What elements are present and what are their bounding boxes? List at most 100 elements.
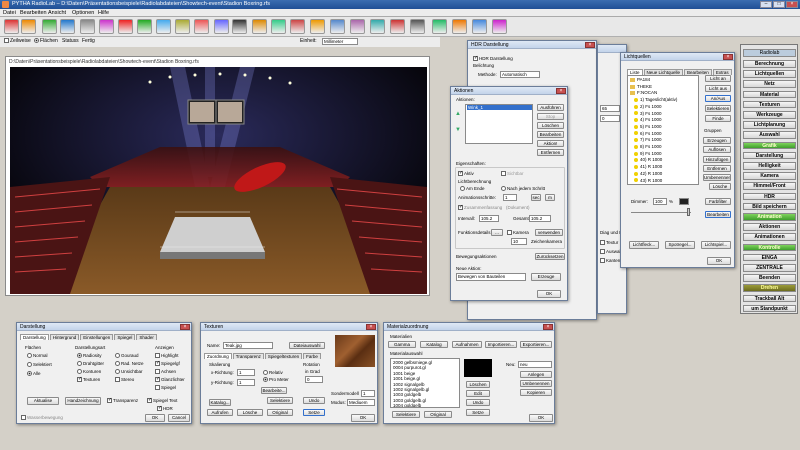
selektieren-button[interactable]: Selektieren xyxy=(705,105,731,112)
achsen-checkbox[interactable]: Achsen xyxy=(155,369,176,375)
new-icon[interactable] xyxy=(4,19,19,34)
tree-light-item[interactable]: 42) R 1000 xyxy=(634,171,662,176)
ausfuehren-button[interactable]: Ausführen xyxy=(537,104,564,111)
undo-mat-button[interactable]: Undo xyxy=(466,399,490,406)
sidebar-item-kontrolle[interactable]: Kontrolle xyxy=(743,243,796,252)
bearbeiten-light-button[interactable]: Bearbeiten xyxy=(705,211,731,218)
normal-radio[interactable]: Normal xyxy=(27,353,48,359)
rotate-icon[interactable] xyxy=(252,19,267,34)
material-close-button[interactable]: × xyxy=(543,324,553,330)
3d-viewport[interactable] xyxy=(10,67,427,294)
maximize-button[interactable]: □ xyxy=(773,1,785,8)
undo-tex-button[interactable]: Undo xyxy=(303,397,325,404)
sidebar-item-hdr[interactable]: HDR xyxy=(743,192,796,201)
zeilweise-checkbox[interactable]: Zeilweise xyxy=(4,38,31,44)
entfernen-button[interactable]: Entfernen xyxy=(537,149,564,156)
zuruecksetzen-button[interactable]: Zurücksetzen xyxy=(535,253,565,260)
tree-light-item[interactable]: 41) R 1000 xyxy=(634,164,662,169)
close-button[interactable]: × xyxy=(786,1,798,8)
textur-checkbox[interactable]: Textur xyxy=(600,240,618,246)
dimmer-field[interactable]: 100 xyxy=(653,198,667,205)
tree-folder[interactable]: THEKE xyxy=(630,84,652,89)
lamp-icon[interactable] xyxy=(194,19,209,34)
pan-icon[interactable] xyxy=(290,19,305,34)
selektiere-mat-button[interactable]: Selektiere xyxy=(392,411,420,418)
einheit-select[interactable]: Millimeter xyxy=(322,38,358,45)
anlegen-button[interactable]: Anlegen xyxy=(520,371,552,378)
importieren-button[interactable]: Importieren... xyxy=(485,341,517,348)
tree-light-item[interactable]: 43) R 1000 xyxy=(634,178,662,183)
verwenden-button[interactable]: verwenden xyxy=(535,229,563,236)
cut-icon[interactable] xyxy=(80,19,95,34)
am-ende-radio[interactable]: Am Ende xyxy=(460,186,485,192)
eye-icon[interactable] xyxy=(99,19,114,34)
aufloesen-button[interactable]: Auflösen xyxy=(703,146,731,153)
modus-select[interactable]: Mediuem xyxy=(347,399,375,406)
loesche-light-button[interactable]: Lösche xyxy=(709,183,731,190)
lichtquellen-close-button[interactable]: × xyxy=(723,54,733,60)
hdr-checkbox-small[interactable]: HDR xyxy=(157,405,173,412)
aktiv-checkbox[interactable]: Aktiv xyxy=(458,170,474,177)
menu-optionen[interactable]: Optionen xyxy=(72,10,94,16)
sondermodell-select[interactable]: 1 xyxy=(361,390,375,397)
sidebar-item-material[interactable]: Material xyxy=(743,90,796,99)
aktionen-ok-button[interactable]: OK xyxy=(537,290,561,298)
gouraud-radio[interactable]: Gouraud xyxy=(115,353,139,359)
finde-button[interactable]: Finde xyxy=(705,115,731,122)
stereo-checkbox[interactable]: Stereo xyxy=(115,377,134,383)
neu-field[interactable]: neu xyxy=(518,361,552,368)
tree-light-item[interactable]: 1) Tageslicht(aktiv) xyxy=(634,97,677,102)
sidebar-item-auswahl[interactable]: Auswahl xyxy=(743,131,796,139)
intervall-field[interactable]: 105.2 xyxy=(479,215,499,222)
tab-hintergrund[interactable]: Hintergrund xyxy=(49,334,80,340)
menu-hilfe[interactable]: Hilfe xyxy=(98,10,109,16)
menu-datei[interactable]: Datei xyxy=(3,10,16,16)
exportieren-button[interactable]: Exportieren... xyxy=(520,341,552,348)
relativ-radio[interactable]: Relativ xyxy=(263,370,283,376)
material-ok-button[interactable]: OK xyxy=(529,414,553,422)
move-icon[interactable] xyxy=(232,19,247,34)
sidebar-item-berechnung[interactable]: Berechnung xyxy=(743,60,796,68)
aufnahmen-button[interactable]: Aufnahmen xyxy=(452,341,482,348)
tree-folder[interactable]: PA184 xyxy=(630,77,650,82)
material-icon[interactable] xyxy=(370,19,385,34)
an-aus-button[interactable]: An/Aus xyxy=(705,95,731,102)
aktionen-list-item[interactable]: Wink_1 xyxy=(467,105,532,110)
spiegelgf-checkbox[interactable]: Spiegelgf xyxy=(155,360,180,367)
kanten-checkbox[interactable]: Kanten xyxy=(600,258,620,264)
tree-light-item[interactable]: 4) Fs 1000 xyxy=(634,117,662,122)
tab-darstellung[interactable]: Darstellung xyxy=(20,334,49,340)
lichtspiel-button[interactable]: Lichtspiel... xyxy=(701,241,731,249)
color-icon[interactable] xyxy=(214,19,229,34)
funktion-button[interactable]: … xyxy=(491,229,503,236)
print-icon[interactable] xyxy=(60,19,75,34)
tree-light-item[interactable]: 7) Fs 1000 xyxy=(634,137,662,142)
spiegel-checkbox[interactable]: Spiegel xyxy=(155,385,176,391)
save-icon[interactable] xyxy=(42,19,57,34)
sidebar-item-zentrale[interactable]: ZENTRALE xyxy=(743,264,796,272)
sichtbar-checkbox[interactable]: Sichtbar xyxy=(501,171,524,177)
material-list-item[interactable]: 0004 purpurot.gl xyxy=(393,365,426,370)
tree-folder[interactable]: F:NOCAN xyxy=(630,90,657,95)
loeschen-mat-button[interactable]: Löschen xyxy=(466,381,490,388)
original-mat-button[interactable]: Original xyxy=(424,411,452,418)
material-list-item[interactable]: 1003 goldgelb xyxy=(393,392,421,397)
selektiere-tex-button[interactable]: Selektiere xyxy=(267,397,293,404)
y-richtung-field[interactable]: 1 xyxy=(237,379,255,386)
hdr-close-button[interactable]: × xyxy=(585,42,595,48)
sphere-icon[interactable] xyxy=(492,19,507,34)
material-list-item[interactable]: 1002 signalgelb.gl xyxy=(393,387,429,392)
loeschen-button[interactable]: Löschen xyxy=(537,122,564,129)
hdr-checkbox[interactable]: HDR Darstellung xyxy=(473,55,513,62)
aktualise-button[interactable]: Aktualise xyxy=(27,397,59,405)
tab-farbe[interactable]: Farbe xyxy=(303,353,321,359)
tree-light-item[interactable]: 9) Fs 1000 xyxy=(634,151,662,156)
sidebar-item-werkzeuge[interactable]: Werkzeuge xyxy=(743,111,796,119)
setze-tex-button[interactable]: Setze xyxy=(303,409,325,416)
spiegel-text-checkbox[interactable]: Spiegel Text xyxy=(147,397,177,404)
sidebar-item-animationen[interactable]: Animationen xyxy=(743,233,796,241)
alle-radio[interactable]: Alle xyxy=(27,371,41,377)
zusammenfassung-checkbox[interactable]: Zusammenfassung xyxy=(458,204,502,211)
kamera-checkbox[interactable]: Kamera xyxy=(507,230,529,236)
sidebar-item-darstellung[interactable]: Darstellung xyxy=(743,151,796,160)
